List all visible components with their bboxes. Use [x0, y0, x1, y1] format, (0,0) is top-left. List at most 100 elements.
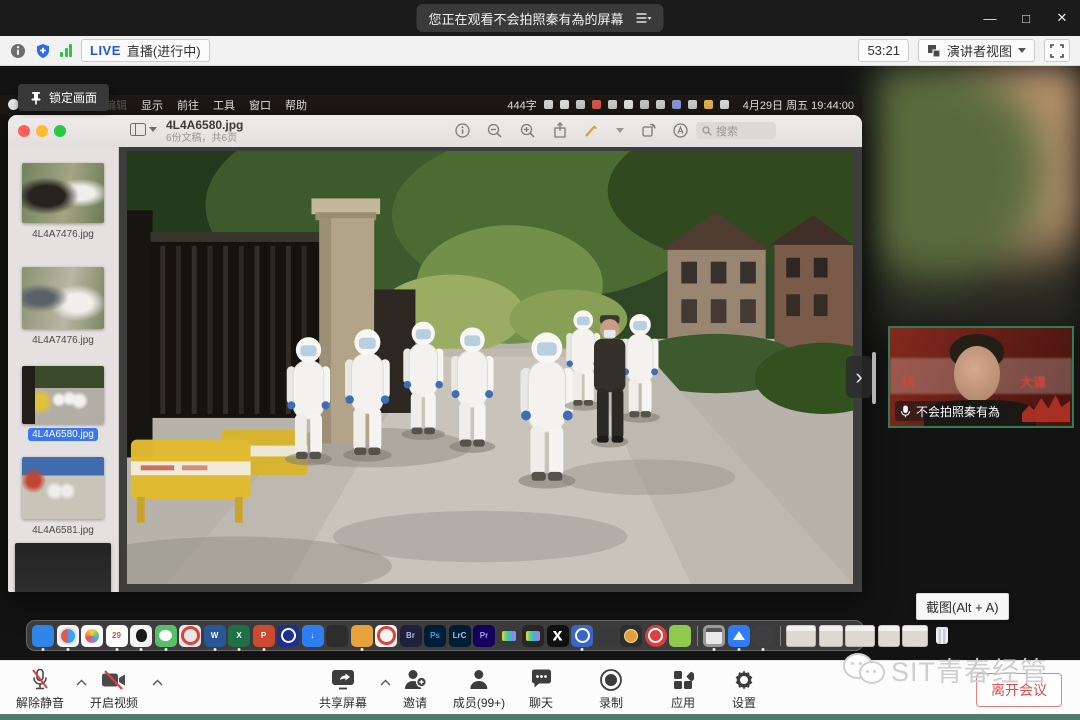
window-controls: — □ ✕	[972, 0, 1080, 36]
dock-icon-lightroom-classic: LrC	[449, 625, 471, 647]
invite-button[interactable]: 邀请	[403, 668, 427, 711]
meeting-info-icon[interactable]	[10, 43, 26, 59]
camera-off-icon	[101, 668, 127, 691]
dock: 29WXP↓BrPsLrCPr	[26, 620, 864, 651]
video-options-caret[interactable]	[152, 679, 163, 686]
shared-screen-stage: 预览 文件 编辑 显示 前往 工具 窗口 帮助 444字 4月29日 周五 19…	[0, 66, 1080, 660]
menubar-status-icon	[544, 100, 553, 109]
participant-name: 不会拍照秦有為	[916, 403, 1000, 420]
mac-menu-item: 帮助	[285, 97, 307, 113]
mac-minimize-traffic-light	[36, 125, 48, 137]
record-label: 录制	[599, 694, 623, 711]
leave-meeting-button[interactable]: 离开会议	[976, 673, 1062, 707]
layout-icon	[927, 44, 941, 58]
maximize-button[interactable]: □	[1008, 0, 1044, 36]
dock-icon-music-red	[645, 625, 667, 647]
dock-icon-bridge: Br	[400, 625, 422, 647]
menubar-status-icon	[720, 100, 729, 109]
share-options-caret[interactable]	[380, 679, 391, 686]
menubar-status-icon	[608, 100, 617, 109]
dock-icon-min-window-5	[902, 625, 928, 647]
menubar-status-icon	[704, 100, 713, 109]
security-shield-icon[interactable]	[35, 43, 51, 59]
dock-icon-capcut	[547, 625, 569, 647]
zoom-in-icon	[520, 123, 536, 138]
live-status-chip[interactable]: LIVE 直播(进行中)	[81, 39, 210, 62]
record-button[interactable]: 录制	[599, 668, 623, 711]
menubar-status-icon	[576, 100, 585, 109]
dock-separator	[697, 626, 698, 646]
menubar-status-icon	[688, 100, 697, 109]
chevron-down-icon	[1018, 48, 1026, 53]
share-options-menu-icon[interactable]	[636, 12, 652, 24]
dock-icon-dark-circle-app	[752, 625, 774, 647]
rotate-icon	[641, 123, 656, 138]
viewing-banner-text: 您正在观看不会拍照秦有為的屏幕	[428, 9, 623, 28]
members-icon	[468, 668, 490, 691]
chat-button[interactable]: 聊天	[529, 668, 553, 711]
mac-menu-item: 显示	[141, 97, 163, 113]
annotate-icon	[673, 123, 688, 138]
status-bar: LIVE 直播(进行中) 53:21 演讲者视图	[0, 36, 1080, 66]
start-video-button[interactable]: 开启视频	[90, 668, 138, 711]
menubar-status-icon	[672, 100, 681, 109]
live-status-text: 直播(进行中)	[127, 41, 201, 60]
invite-label: 邀请	[403, 694, 427, 711]
dock-icon-meeting-blue	[728, 625, 750, 647]
invite-person-icon	[403, 668, 427, 691]
mac-close-traffic-light	[18, 125, 30, 137]
preview-thumbnail-sidebar: 4L4A7476.jpg 4L4A7476.jpg 4L4A6580.jpg 4…	[8, 147, 119, 592]
thumbnail-image	[22, 457, 104, 519]
chat-label: 聊天	[529, 694, 553, 711]
settings-button[interactable]: 设置	[732, 668, 756, 711]
dock-icon-dark-app-2	[596, 625, 618, 647]
unmute-button[interactable]: 解除静音	[16, 668, 64, 711]
meeting-timer: 53:21	[858, 39, 909, 62]
share-screen-button[interactable]: 共享屏幕	[319, 668, 367, 711]
dock-icon-min-window-3	[845, 625, 875, 647]
minimize-button[interactable]: —	[972, 0, 1008, 36]
members-button[interactable]: 成员(99+)	[453, 668, 505, 711]
share-screen-label: 共享屏幕	[319, 694, 367, 711]
search-placeholder: 搜索	[716, 123, 738, 139]
apps-label: 应用	[671, 694, 695, 711]
live-badge: LIVE	[90, 43, 121, 58]
dock-icon-davinci	[522, 625, 544, 647]
dock-icon-clock-blue	[277, 625, 299, 647]
markup-pen-icon	[584, 123, 599, 138]
participant-video-thumbnail[interactable]: 抗 大课 不会拍照秦有為	[888, 326, 1074, 428]
dock-icon-final-cut	[498, 625, 520, 647]
start-video-label: 开启视频	[90, 694, 138, 711]
view-mode-dropdown[interactable]: 演讲者视图	[918, 39, 1035, 62]
search-icon	[702, 126, 712, 136]
view-mode-label: 演讲者视图	[947, 41, 1012, 60]
mic-icon	[900, 405, 911, 418]
fullscreen-button[interactable]	[1044, 39, 1070, 62]
meeting-control-bar: 解除静音 开启视频 共享屏幕 邀请 成员(99+)	[0, 660, 1080, 715]
network-signal-icon[interactable]	[60, 44, 72, 57]
lock-screen-button[interactable]: 锁定画面	[18, 84, 109, 111]
close-button[interactable]: ✕	[1044, 0, 1080, 36]
dock-icon-calendar: 29	[106, 625, 128, 647]
shared-mac-menu-bar: 预览 文件 编辑 显示 前往 工具 窗口 帮助 444字 4月29日 周五 19…	[0, 95, 862, 114]
preview-search-field: 搜索	[696, 122, 776, 139]
bottom-strip	[0, 714, 1080, 720]
dock-icon-app-rings	[179, 625, 201, 647]
menubar-status-icon	[640, 100, 649, 109]
preview-document-subtitle: 6份文稿，共6页	[166, 133, 243, 145]
mic-options-caret[interactable]	[76, 679, 87, 686]
dock-icon-photos	[81, 625, 103, 647]
members-label: 成员(99+)	[453, 694, 505, 711]
menubar-status-icon	[592, 100, 601, 109]
apps-button[interactable]: 应用	[671, 668, 695, 711]
mac-clock: 4月29日 周五 19:44:00	[743, 97, 854, 113]
record-icon	[599, 668, 623, 691]
thumbnail-image-partial	[15, 543, 111, 592]
sidebar-toggle-icon	[130, 123, 157, 136]
settings-label: 设置	[732, 694, 756, 711]
chat-icon	[529, 668, 552, 691]
dock-icon-photoshop: Ps	[424, 625, 446, 647]
dock-icon-downloads: ↓	[302, 625, 324, 647]
word-count: 444字	[507, 97, 536, 113]
menubar-status-icon	[560, 100, 569, 109]
